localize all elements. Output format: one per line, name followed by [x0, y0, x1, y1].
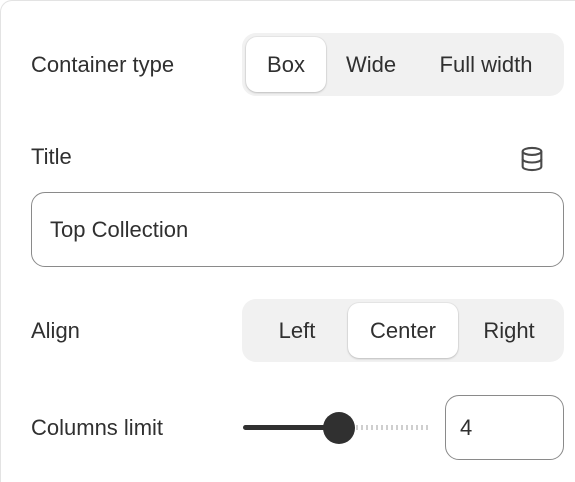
columns-limit-label: Columns limit	[31, 415, 164, 440]
title-label: Title	[31, 144, 72, 169]
align-right-option[interactable]: Right	[458, 303, 560, 358]
title-input-value: Top Collection	[50, 216, 189, 242]
settings-panel: Container type Box Wide Full width Title…	[0, 0, 575, 482]
database-icon[interactable]	[518, 145, 546, 173]
slider-thumb[interactable]	[323, 412, 355, 444]
container-type-segmented: Box Wide Full width	[242, 33, 564, 96]
container-type-wide-option[interactable]: Wide	[326, 37, 416, 92]
columns-limit-slider[interactable]	[243, 411, 429, 445]
container-type-full-width-option[interactable]: Full width	[416, 37, 556, 92]
columns-limit-value: 4	[460, 414, 473, 440]
container-type-label: Container type	[31, 52, 175, 77]
title-input[interactable]: Top Collection	[31, 192, 564, 267]
align-label: Align	[31, 318, 80, 343]
align-segmented: Left Center Right	[242, 299, 564, 362]
slider-track	[351, 425, 429, 430]
align-center-option[interactable]: Center	[348, 303, 458, 358]
columns-limit-input[interactable]: 4	[445, 395, 564, 460]
align-left-option[interactable]: Left	[246, 303, 348, 358]
container-type-box-option[interactable]: Box	[246, 37, 326, 92]
